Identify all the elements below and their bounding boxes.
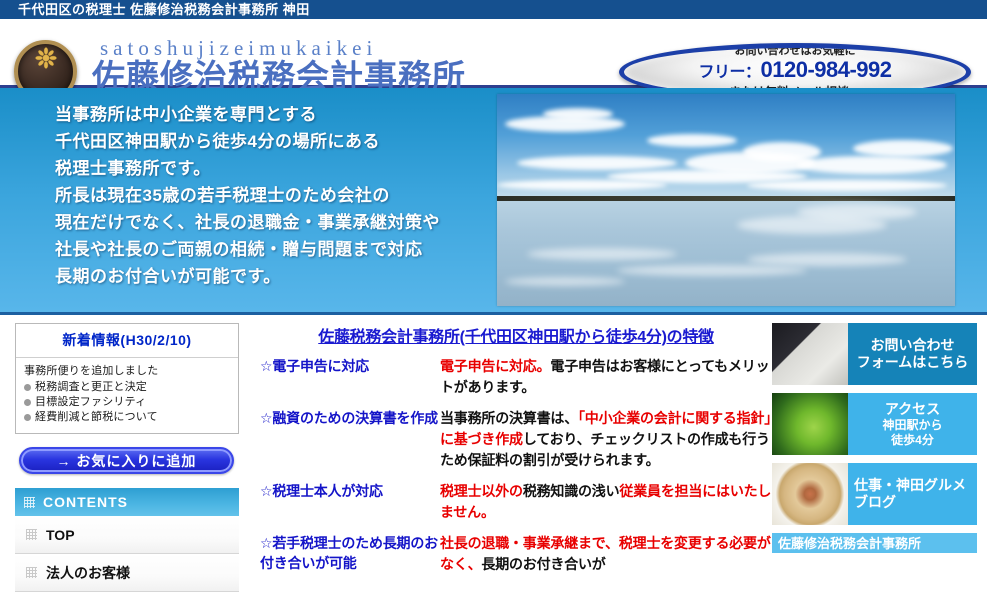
site-tagline-text: 千代田区の税理士 佐藤修治税務会計事務所 神田: [18, 2, 310, 17]
feature-row: ☆融資のための決算書を作成 当事務所の決算書は、「中小企業の会計に関する指針」に…: [260, 408, 772, 471]
banner-line-2: ブログ: [854, 494, 896, 510]
access-banner[interactable]: アクセス 神田駅から 徒歩4分: [772, 393, 977, 455]
contact-form-banner-text: お問い合わせ フォームはこちら: [848, 323, 977, 385]
feature-text-highlight: 電子申告に対応。: [440, 358, 551, 374]
freedial-prefix: フリー：: [698, 64, 761, 81]
blog-banner[interactable]: 仕事・神田グルメ ブログ: [772, 463, 977, 525]
site-tagline-bar: 千代田区の税理士 佐藤修治税務会計事務所 神田: [0, 0, 987, 19]
sidebar-item-top[interactable]: TOP: [15, 516, 239, 554]
contents-header-label: CONTENTS: [43, 494, 128, 510]
banner-line-3: 徒歩4分: [891, 432, 934, 447]
banner-line-1: 仕事・神田グルメ: [854, 477, 966, 493]
banner-line-2: フォームはこちら: [856, 354, 969, 370]
feature-description: 当事務所の決算書は、「中小企業の会計に関する指針」に基づき作成しており、チェック…: [440, 408, 772, 471]
main-content: 佐藤税務会計事務所(千代田区神田駅から徒歩4分)の特徴 ☆電子申告に対応 電子申…: [252, 323, 772, 595]
feature-description: 電子申告に対応。電子申告はお客様にとってもメリットがあります。: [440, 356, 772, 398]
photo-horizon: [497, 196, 955, 202]
sidebar-item-label: TOP: [46, 526, 75, 543]
keyboard-phone-photo: [772, 323, 848, 385]
access-banner-text: アクセス 神田駅から 徒歩4分: [848, 393, 977, 455]
sidebar-item-label: 法人のお客様: [46, 564, 130, 581]
feature-row: ☆若手税理士のため長期のお付き合いが可能 社長の退職・事業承継まで、税理士を変更…: [260, 533, 772, 575]
add-to-favorites-button[interactable]: → お気に入りに追加: [19, 447, 234, 474]
page-body: 新着情報(H30/2/10) 事務所便りを追加しました 税務調査と更正と決定 目…: [0, 315, 987, 595]
banner-line-1: お問い合わせ: [870, 337, 955, 353]
feature-label: ☆電子申告に対応: [260, 358, 369, 374]
news-list-item[interactable]: 経費削減と節税について: [24, 410, 230, 425]
freedial-number-line: フリー：0120-984-992: [698, 57, 893, 85]
hero-line: 社長や社長のご両親の相続・贈与問題まで対応: [55, 240, 423, 259]
feature-row: ☆電子申告に対応 電子申告に対応。電子申告はお客様にとってもメリットがあります。: [260, 356, 772, 398]
feature-text: 長期のお付き合いが: [481, 556, 606, 572]
news-item-label: 経費削減と節税について: [35, 411, 158, 423]
hero-photo: [497, 94, 955, 306]
feature-text: 当事務所の決算書は、: [440, 410, 578, 426]
hero-line: 税理士事務所です。: [55, 159, 211, 178]
news-title: 新着情報(H30/2/10): [16, 324, 238, 358]
sidebar-item-corporate-clients[interactable]: 法人のお客様: [15, 554, 239, 592]
ginkgo-leaf-photo: [772, 393, 848, 455]
news-list-item[interactable]: 税務調査と更正と決定: [24, 380, 230, 395]
feature-description: 社長の退職・事業承継まで、税理士を変更する必要がなく、長期のお付き合いが: [440, 533, 772, 575]
feature-label: ☆若手税理士のため長期のお付き合いが可能: [260, 535, 438, 571]
feature-label: ☆融資のための決算書を作成: [260, 410, 438, 426]
blog-banner-text: 仕事・神田グルメ ブログ: [848, 463, 977, 525]
left-sidebar: 新着情報(H30/2/10) 事務所便りを追加しました 税務調査と更正と決定 目…: [0, 323, 252, 595]
chrysanthemum-icon: [34, 47, 57, 70]
hero-line: 所長は現在35歳の若手税理士のため会社の: [55, 186, 390, 205]
bullet-dot-icon: [24, 414, 31, 421]
feature-row: ☆税理士本人が対応 税理士以外の税務知識の浅い従業員を担当にはいたしません。: [260, 481, 772, 523]
contents-header: CONTENTS: [15, 488, 239, 516]
news-body: 事務所便りを追加しました 税務調査と更正と決定 目標設定ファシリティ 経費削減と…: [16, 358, 238, 433]
feature-label: ☆税理士本人が対応: [260, 483, 383, 499]
food-plate-photo: [772, 463, 848, 525]
banner-line-2: 神田駅から: [882, 417, 943, 432]
grid-icon: [24, 496, 35, 508]
feature-text-highlight: 税理士以外の: [440, 483, 523, 499]
hero-line: 千代田区神田駅から徒歩4分の場所にある: [55, 132, 380, 151]
brand-block[interactable]: satoshujizeimukaikei 佐藤修治税務会計事務所: [92, 37, 466, 95]
freedial-number: 0120-984-992: [760, 57, 893, 82]
hero-section: 当事務所は中小企業を専門とする 千代田区神田駅から徒歩4分の場所にある 税理士事…: [0, 88, 987, 315]
news-box: 新着情報(H30/2/10) 事務所便りを追加しました 税務調査と更正と決定 目…: [15, 323, 239, 434]
banner-line-1: アクセス: [884, 400, 941, 417]
bullet-dot-icon: [24, 399, 31, 406]
news-lead: 事務所便りを追加しました: [24, 365, 159, 377]
office-name-banner[interactable]: 佐藤修治税務会計事務所: [772, 533, 977, 553]
page-title-link[interactable]: 佐藤税務会計事務所(千代田区神田駅から徒歩4分)の特徴: [260, 323, 772, 347]
right-sidebar: お問い合わせ フォームはこちら アクセス 神田駅から 徒歩4分 仕事・神田グルメ…: [772, 323, 987, 595]
news-list-item[interactable]: 目標設定ファシリティ: [24, 395, 230, 410]
site-header: satoshujizeimukaikei 佐藤修治税務会計事務所 お問い合わせは…: [0, 19, 987, 103]
news-item-label: 税務調査と更正と決定: [35, 381, 147, 393]
news-item-label: 目標設定ファシリティ: [35, 396, 147, 408]
hero-line: 現在だけでなく、社長の退職金・事業承継対策や: [55, 213, 440, 232]
feature-description: 税理士以外の税務知識の浅い従業員を担当にはいたしません。: [440, 481, 772, 523]
hero-description: 当事務所は中小企業を専門とする 千代田区神田駅から徒歩4分の場所にある 税理士事…: [55, 101, 440, 290]
brand-romaji: satoshujizeimukaikei: [100, 36, 378, 60]
hero-line: 当事務所は中小企業を専門とする: [55, 105, 317, 124]
grid-icon: [26, 567, 37, 578]
grid-icon: [26, 529, 37, 540]
contact-form-banner[interactable]: お問い合わせ フォームはこちら: [772, 323, 977, 385]
bullet-dot-icon: [24, 384, 31, 391]
feature-text: 税務知識の浅い: [522, 483, 620, 499]
hero-line: 長期のお付合いが可能です。: [55, 267, 281, 286]
